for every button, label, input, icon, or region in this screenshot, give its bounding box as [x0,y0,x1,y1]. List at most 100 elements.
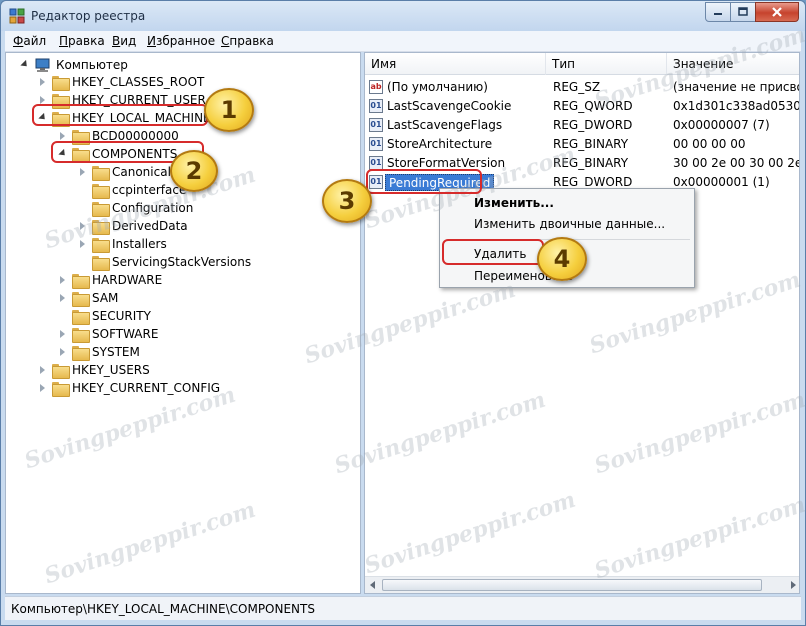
registry-tree[interactable]: Компьютер HKEY_CLASSES_ROOT HKEY_CURRENT… [5,52,361,594]
menu-item-modify-binary[interactable]: Изменить двоичные данные... [474,214,665,234]
folder-icon [92,183,110,199]
list-item[interactable]: 01 LastScavengeFlags REG_DWORD 0x0000000… [365,116,799,135]
tree-item-configuration[interactable]: Configuration [78,199,193,217]
computer-icon [35,58,50,72]
step-callout-2: 2 [170,150,218,192]
tree-item-label: SECURITY [92,309,151,323]
tree-item-label: Installers [112,237,167,251]
folder-icon [52,381,70,397]
menu-view-accel: В [112,34,121,48]
menu-help[interactable]: Справка [221,34,274,48]
menu-bar: Файл Правка Вид Избранное Справка [5,31,801,52]
value-data: 0x1d301c338ad0530 (131 [673,99,800,113]
tree-item-label: HARDWARE [92,273,163,287]
value-name: LastScavengeFlags [387,118,503,132]
maximize-button[interactable] [730,2,756,22]
close-icon [756,3,798,21]
horizontal-scrollbar[interactable] [365,576,799,593]
tree-item-software[interactable]: SOFTWARE [58,325,158,343]
status-path: Компьютер\HKEY_LOCAL_MACHINE\COMPONENTS [11,602,315,616]
value-type: REG_SZ [553,80,601,94]
tree-item-hkcr[interactable]: HKEY_CLASSES_ROOT [38,73,204,91]
collapsed-arrow-icon[interactable] [58,293,68,303]
collapsed-arrow-icon[interactable] [78,167,88,177]
value-name: (По умолчанию) [387,80,488,94]
collapsed-arrow-icon[interactable] [58,329,68,339]
scroll-right-icon[interactable] [791,581,796,589]
menu-file[interactable]: Файл [13,34,46,48]
highlight-hklm [32,104,208,126]
collapsed-arrow-icon[interactable] [38,77,48,87]
tree-item-deriveddata[interactable]: DerivedData [78,217,188,235]
binary-value-icon: 01 [369,137,383,151]
list-item[interactable]: 01 LastScavengeCookie REG_QWORD 0x1d301c… [365,97,800,116]
collapsed-arrow-icon[interactable] [38,383,48,393]
minimize-icon [706,3,730,21]
column-value[interactable]: Значение [667,53,799,75]
tree-item-hku[interactable]: HKEY_USERS [38,361,150,379]
menu-view[interactable]: Вид [112,34,136,48]
menu-edit-label: равка [68,34,105,48]
tree-item-hkcc[interactable]: HKEY_CURRENT_CONFIG [38,379,220,397]
minimize-button[interactable] [705,2,731,22]
value-data: (значение не присвоено) [673,80,799,94]
tree-item-label: Configuration [112,201,194,215]
tree-item-label: HKEY_USERS [72,363,150,377]
list-item[interactable]: 01 StoreArchitecture REG_BINARY 00 00 00… [365,135,799,154]
value-type: REG_QWORD [553,99,633,113]
scrollbar-thumb[interactable] [382,579,762,591]
expanded-arrow-icon[interactable] [20,60,30,70]
tree-item-sam[interactable]: SAM [58,289,118,307]
menu-view-label: ид [120,34,137,48]
step-callout-4: 4 [537,237,587,281]
folder-icon [72,309,90,325]
list-item[interactable]: ab (По умолчанию) REG_SZ (значение не пр… [365,78,799,97]
tree-item-label: ccpinterface [112,183,187,197]
highlight-delete [442,239,544,265]
no-expander [78,185,88,195]
title-bar[interactable]: Редактор реестра [1,1,805,31]
registry-editor-window: Редактор реестра Файл Правка Вид Избранн… [0,0,806,626]
tree-item-security[interactable]: SECURITY [58,307,151,325]
close-button[interactable] [755,2,799,22]
value-data: 00 00 00 00 [673,137,746,151]
window-title: Редактор реестра [31,9,146,23]
tree-item-servicingstackversions[interactable]: ServicingStackVersions [78,253,251,271]
value-type: REG_DWORD [553,118,633,132]
folder-icon [52,363,70,379]
tree-item-label: SOFTWARE [92,327,159,341]
collapsed-arrow-icon[interactable] [58,347,68,357]
step-callout-3: 3 [322,179,372,223]
folder-icon [92,237,110,253]
tree-item-system[interactable]: SYSTEM [58,343,140,361]
tree-item-label: SAM [92,291,119,305]
tree-root-computer[interactable]: Компьютер [20,56,128,74]
tree-item-label: DerivedData [112,219,188,233]
value-name: LastScavengeCookie [387,99,512,113]
scroll-left-icon[interactable] [370,581,375,589]
column-type[interactable]: Тип [546,53,667,75]
folder-icon [72,345,90,361]
menu-item-modify[interactable]: Изменить... [474,193,554,213]
column-name[interactable]: Имя [365,53,546,75]
values-list[interactable]: Имя Тип Значение ab (По умолчанию) REG_S… [364,52,800,594]
value-name: StoreArchitecture [387,137,493,151]
collapsed-arrow-icon[interactable] [38,365,48,375]
collapsed-arrow-icon[interactable] [58,275,68,285]
folder-icon [92,201,110,217]
tree-item-ccpinterface[interactable]: ccpinterface [78,181,186,199]
tree-item-installers[interactable]: Installers [78,235,167,253]
collapsed-arrow-icon[interactable] [58,131,68,141]
folder-icon [72,273,90,289]
collapsed-arrow-icon[interactable] [78,221,88,231]
folder-icon [72,291,90,307]
no-expander [78,257,88,267]
menu-edit[interactable]: Правка [59,34,105,48]
tree-item-hardware[interactable]: HARDWARE [58,271,162,289]
registry-editor-icon [9,8,25,24]
folder-icon [52,75,70,91]
tree-item-label: HKEY_CURRENT_CONFIG [72,381,221,395]
menu-favorites[interactable]: Избранное [147,34,215,48]
tree-item-label: SYSTEM [92,345,140,359]
collapsed-arrow-icon[interactable] [78,239,88,249]
